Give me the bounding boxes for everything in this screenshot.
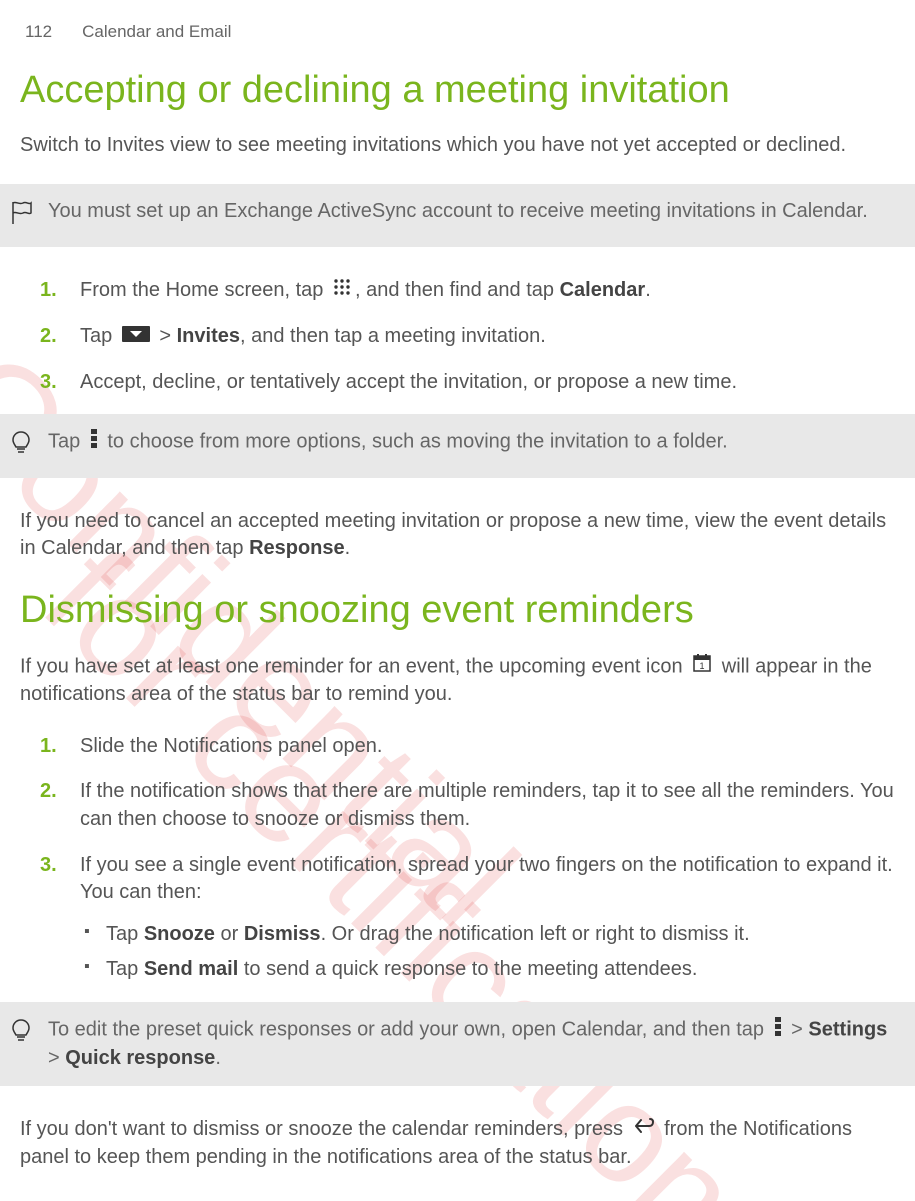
lightbulb-icon (10, 1018, 42, 1051)
more-icon (90, 428, 98, 457)
step1-calendar: Calendar (560, 280, 646, 302)
n2-b: > (791, 1019, 808, 1041)
b1-c: or (215, 923, 244, 945)
b1-snooze: Snooze (144, 923, 215, 945)
b1-e: . Or drag the notification left or right… (321, 923, 750, 945)
step1-text-b: , and then find and tap (355, 280, 560, 302)
tip-note-1: Tap to choose from more options, such as… (0, 414, 915, 477)
tip-note-2: To edit the preset quick responses or ad… (0, 1002, 915, 1086)
section2-step1: 1. Slide the Notifications panel open. (40, 733, 895, 761)
flag-icon (10, 200, 42, 233)
header-section-title: Calendar and Email (82, 20, 231, 44)
s2-close-a: If you don't want to dismiss or snooze t… (20, 1118, 629, 1140)
page-header: 112 Calendar and Email (0, 20, 915, 69)
step-number: 2. (40, 323, 57, 351)
intro2-a: If you have set at least one reminder fo… (20, 655, 688, 677)
tip-note-2-text: To edit the preset quick responses or ad… (48, 1016, 895, 1072)
section2-title: Dismissing or snoozing event reminders (20, 589, 895, 633)
section1-closing: If you need to cancel an accepted meetin… (20, 508, 895, 563)
section1-title: Accepting or declining a meeting invitat… (20, 69, 895, 113)
b2-sendmail: Send mail (144, 958, 238, 980)
section2-step2: 2. If the notification shows that there … (40, 778, 895, 833)
b1-a: Tap (106, 923, 144, 945)
section1-step2: 2. Tap > Invites, and then tap a meeting… (40, 323, 895, 351)
dropdown-arrow-icon (122, 323, 150, 351)
step2-text-b: > (159, 325, 176, 347)
section2-intro: If you have set at least one reminder fo… (20, 653, 895, 709)
calendar-event-icon: 1 (692, 653, 712, 682)
note2-text-b: to choose from more options, such as mov… (107, 431, 727, 453)
section1-intro: Switch to Invites view to see meeting in… (20, 132, 895, 160)
n2-f: . (215, 1047, 221, 1069)
apps-grid-icon (333, 277, 351, 305)
more-icon (774, 1016, 782, 1045)
section2-steps: 1. Slide the Notifications panel open. 2… (40, 733, 895, 984)
section1-step1: 1. From the Home screen, tap , and then … (40, 277, 895, 305)
closing-c: . (345, 537, 351, 559)
bullet2: Tap Send mail to send a quick response t… (80, 956, 895, 984)
step2-invites: Invites (177, 325, 240, 347)
b2-c: to send a quick response to the meeting … (238, 958, 697, 980)
section1-step3: 3. Accept, decline, or tentatively accep… (40, 369, 895, 397)
section2-step3: 3. If you see a single event notificatio… (40, 852, 895, 984)
n2-d: > (48, 1047, 65, 1069)
s2-step3-text: If you see a single event notification, … (80, 854, 893, 904)
back-icon (633, 1116, 655, 1144)
prerequisite-note-text: You must set up an Exchange ActiveSync a… (48, 198, 868, 226)
n2-qr: Quick response (65, 1047, 215, 1069)
bullet1: Tap Snooze or Dismiss. Or drag the notif… (80, 921, 895, 949)
step3-text: Accept, decline, or tentatively accept t… (80, 371, 737, 393)
step-number: 1. (40, 733, 57, 761)
section2-bullets: Tap Snooze or Dismiss. Or drag the notif… (80, 921, 895, 984)
step-number: 3. (40, 852, 57, 880)
n2-settings: Settings (808, 1019, 887, 1041)
closing-a: If you need to cancel an accepted meetin… (20, 510, 886, 560)
step-number: 1. (40, 277, 57, 305)
step2-text-d: , and then tap a meeting invitation. (240, 325, 546, 347)
svg-text:1: 1 (700, 661, 705, 671)
page-number: 112 (25, 20, 52, 44)
closing-response: Response (249, 537, 345, 559)
s2-step2-text: If the notification shows that there are… (80, 780, 894, 830)
section1-steps: 1. From the Home screen, tap , and then … (40, 277, 895, 396)
step1-text-d: . (645, 280, 651, 302)
s2-step1-text: Slide the Notifications panel open. (80, 735, 382, 757)
lightbulb-icon (10, 430, 42, 463)
step1-text-a: From the Home screen, tap (80, 280, 329, 302)
tip-note-1-text: Tap to choose from more options, such as… (48, 428, 728, 457)
step-number: 2. (40, 778, 57, 806)
b2-a: Tap (106, 958, 144, 980)
step-number: 3. (40, 369, 57, 397)
section2-closing: If you don't want to dismiss or snooze t… (20, 1116, 895, 1171)
step2-text-a: Tap (80, 325, 118, 347)
n2-a: To edit the preset quick responses or ad… (48, 1019, 770, 1041)
prerequisite-note: You must set up an Exchange ActiveSync a… (0, 184, 915, 247)
note2-text-a: Tap (48, 431, 86, 453)
b1-dismiss: Dismiss (244, 923, 321, 945)
